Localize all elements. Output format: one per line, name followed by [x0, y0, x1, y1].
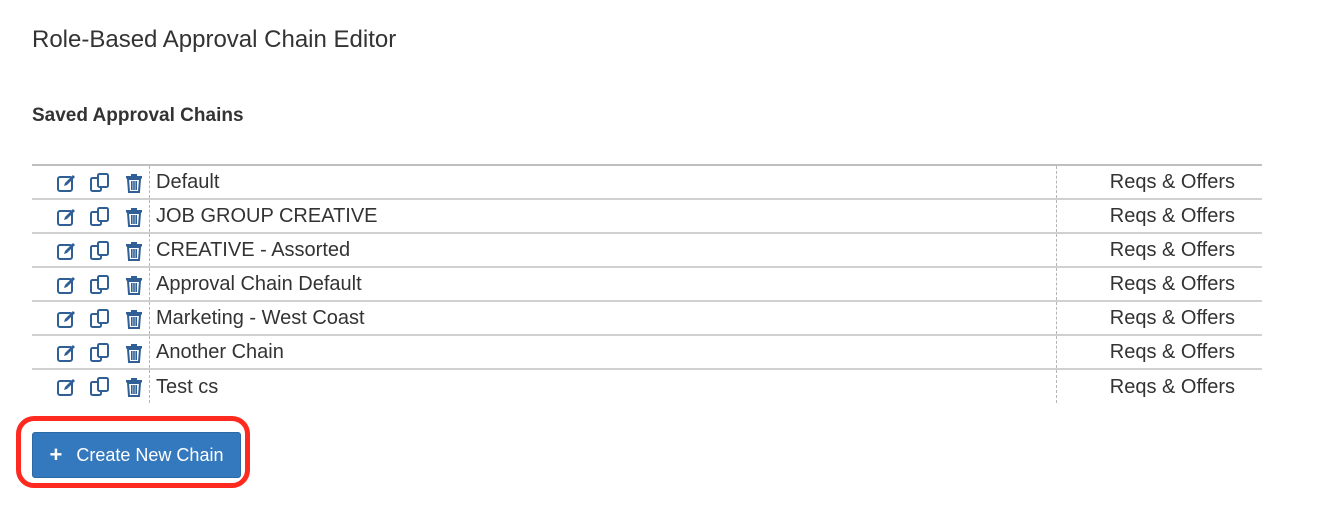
copy-icon[interactable]: [89, 342, 111, 364]
chain-type: Reqs & Offers: [1056, 301, 1262, 336]
edit-icon[interactable]: [56, 308, 78, 330]
chain-row: CREATIVE - Assorted Reqs & Offers: [32, 233, 1262, 268]
copy-icon[interactable]: [89, 376, 111, 398]
edit-icon[interactable]: [56, 240, 78, 262]
create-new-chain-button[interactable]: + Create New Chain: [32, 432, 241, 478]
chain-type: Reqs & Offers: [1056, 267, 1262, 302]
chain-name: Test cs: [149, 369, 1057, 403]
chain-name: JOB GROUP CREATIVE: [149, 199, 1057, 234]
page-title: Role-Based Approval Chain Editor: [32, 26, 397, 53]
section-title: Saved Approval Chains: [32, 105, 244, 126]
trash-icon[interactable]: [123, 342, 145, 364]
row-actions: [32, 335, 150, 370]
edit-icon[interactable]: [56, 376, 78, 398]
chain-row: Approval Chain Default Reqs & Offers: [32, 267, 1262, 302]
approval-chains-table: Default Reqs & Offers JOB GROUP CREATIVE…: [32, 164, 1262, 403]
copy-icon[interactable]: [89, 172, 111, 194]
chain-type: Reqs & Offers: [1056, 199, 1262, 234]
trash-icon[interactable]: [123, 240, 145, 262]
chain-type: Reqs & Offers: [1056, 233, 1262, 268]
row-actions: [32, 165, 150, 200]
chain-name: Approval Chain Default: [149, 267, 1057, 302]
chain-type: Reqs & Offers: [1056, 335, 1262, 370]
chain-row: Marketing - West Coast Reqs & Offers: [32, 301, 1262, 336]
row-actions: [32, 301, 150, 336]
trash-icon[interactable]: [123, 274, 145, 296]
copy-icon[interactable]: [89, 206, 111, 228]
chain-name: Another Chain: [149, 335, 1057, 370]
chain-type: Reqs & Offers: [1109, 375, 1235, 398]
edit-icon[interactable]: [56, 172, 78, 194]
chain-name: Marketing - West Coast: [149, 301, 1057, 336]
row-actions: [32, 233, 150, 268]
chain-row: Another Chain Reqs & Offers: [32, 335, 1262, 370]
copy-icon[interactable]: [89, 240, 111, 262]
chain-row: Test cs Reqs & Offers: [32, 369, 1262, 403]
plus-icon: +: [49, 442, 63, 467]
chain-name: CREATIVE - Assorted: [149, 233, 1057, 268]
chain-type: Reqs & Offers: [1056, 165, 1262, 200]
copy-icon[interactable]: [89, 274, 111, 296]
chain-row: Default Reqs & Offers: [32, 165, 1262, 200]
create-new-chain-label: Create New Chain: [76, 444, 224, 465]
chain-row: JOB GROUP CREATIVE Reqs & Offers: [32, 199, 1262, 234]
row-actions: [32, 369, 150, 403]
edit-icon[interactable]: [56, 342, 78, 364]
trash-icon[interactable]: [123, 308, 145, 330]
edit-icon[interactable]: [56, 206, 78, 228]
trash-icon[interactable]: [123, 172, 145, 194]
trash-icon[interactable]: [123, 376, 145, 398]
edit-icon[interactable]: [56, 274, 78, 296]
approval-chains-list: Default Reqs & Offers JOB GROUP CREATIVE…: [32, 165, 1262, 403]
copy-icon[interactable]: [89, 308, 111, 330]
trash-icon[interactable]: [123, 206, 145, 228]
row-actions: [32, 199, 150, 234]
row-actions: [32, 267, 150, 302]
chain-name: Default: [149, 165, 1057, 200]
